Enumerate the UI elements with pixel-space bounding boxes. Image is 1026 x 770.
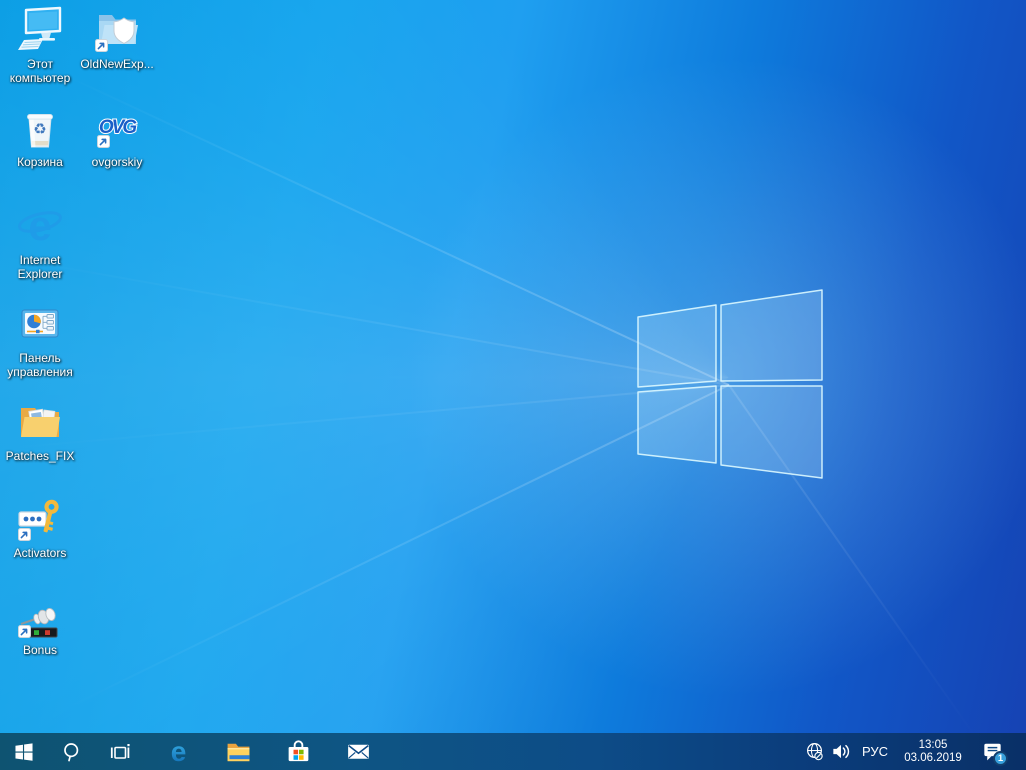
windows-logo xyxy=(600,260,832,490)
start-button[interactable] xyxy=(0,733,48,770)
this-pc-icon xyxy=(16,6,64,54)
desktop-icon-patches-fix[interactable]: Patches_FIX xyxy=(2,398,78,464)
action-center-button[interactable]: 1 xyxy=(970,733,1014,770)
task-view-icon xyxy=(110,742,130,762)
internet-explorer-icon: e xyxy=(16,202,64,250)
svg-text:e: e xyxy=(170,738,186,765)
taskbar-edge-button[interactable]: e xyxy=(148,733,208,770)
desktop-icon-oldnewexplorer[interactable]: OldNewExp... xyxy=(79,6,155,72)
key-icon xyxy=(16,495,64,543)
shield-folder-icon xyxy=(93,6,141,54)
desktop-icon-label: Patches_FIX xyxy=(6,450,75,464)
recycle-bin-icon: ♻ xyxy=(16,104,64,152)
clock[interactable]: 13:05 03.06.2019 xyxy=(896,733,970,770)
taskbar-store-button[interactable] xyxy=(268,733,328,770)
desktop-icon-label: Internet Explorer xyxy=(2,254,78,281)
network-icon[interactable] xyxy=(801,733,827,770)
folder-icon xyxy=(16,398,64,446)
show-desktop-button[interactable] xyxy=(1014,733,1026,770)
task-view-button[interactable] xyxy=(96,733,144,770)
notification-badge: 1 xyxy=(993,751,1008,766)
search-button[interactable] xyxy=(48,733,96,770)
edge-icon: e xyxy=(165,738,192,765)
desktop-icon-label: Корзина xyxy=(17,156,63,170)
taskbar-file-explorer-button[interactable] xyxy=(208,733,268,770)
desktop-icon-label: Панель управления xyxy=(2,352,78,379)
desktop-icon-activators[interactable]: Activators xyxy=(2,495,78,561)
desktop-icon-control-panel[interactable]: Панель управления xyxy=(2,300,78,379)
clock-time: 13:05 xyxy=(919,739,948,752)
desktop-icon-label: Bonus xyxy=(23,644,57,658)
taskbar-mail-button[interactable] xyxy=(328,733,388,770)
svg-text:e: e xyxy=(28,202,51,249)
ovg-logo-icon: OVG xyxy=(93,104,141,152)
system-tray: РУС 13:05 03.06.2019 1 xyxy=(801,733,1026,770)
desktop-icon-ovgorskiy[interactable]: OVG ovgorskiy xyxy=(79,104,155,170)
language-indicator[interactable]: РУС xyxy=(854,733,896,770)
store-icon xyxy=(285,738,312,765)
file-explorer-icon xyxy=(225,738,252,765)
desktop-icon-this-pc[interactable]: Этот компьютер xyxy=(2,6,78,85)
desktop-icon-label: OldNewExp... xyxy=(80,58,153,72)
pushpin-icon xyxy=(16,592,64,640)
desktop-icon-bonus[interactable]: Bonus xyxy=(2,592,78,658)
volume-icon[interactable] xyxy=(827,733,854,770)
desktop-icon-label: ovgorskiy xyxy=(92,156,143,170)
svg-text:♻: ♻ xyxy=(33,121,46,138)
windows-start-icon xyxy=(15,743,33,761)
search-icon xyxy=(62,742,82,762)
taskbar: e xyxy=(0,733,1026,770)
mail-icon xyxy=(345,738,372,765)
clock-date: 03.06.2019 xyxy=(904,752,962,765)
svg-text:OVG: OVG xyxy=(99,117,137,138)
desktop-icon-internet-explorer[interactable]: e Internet Explorer xyxy=(2,202,78,281)
desktop-icon-label: Этот компьютер xyxy=(2,58,78,85)
control-panel-icon xyxy=(16,300,64,348)
desktop-icon-label: Activators xyxy=(14,547,67,561)
desktop-icon-recycle-bin[interactable]: ♻ Корзина xyxy=(2,104,78,170)
